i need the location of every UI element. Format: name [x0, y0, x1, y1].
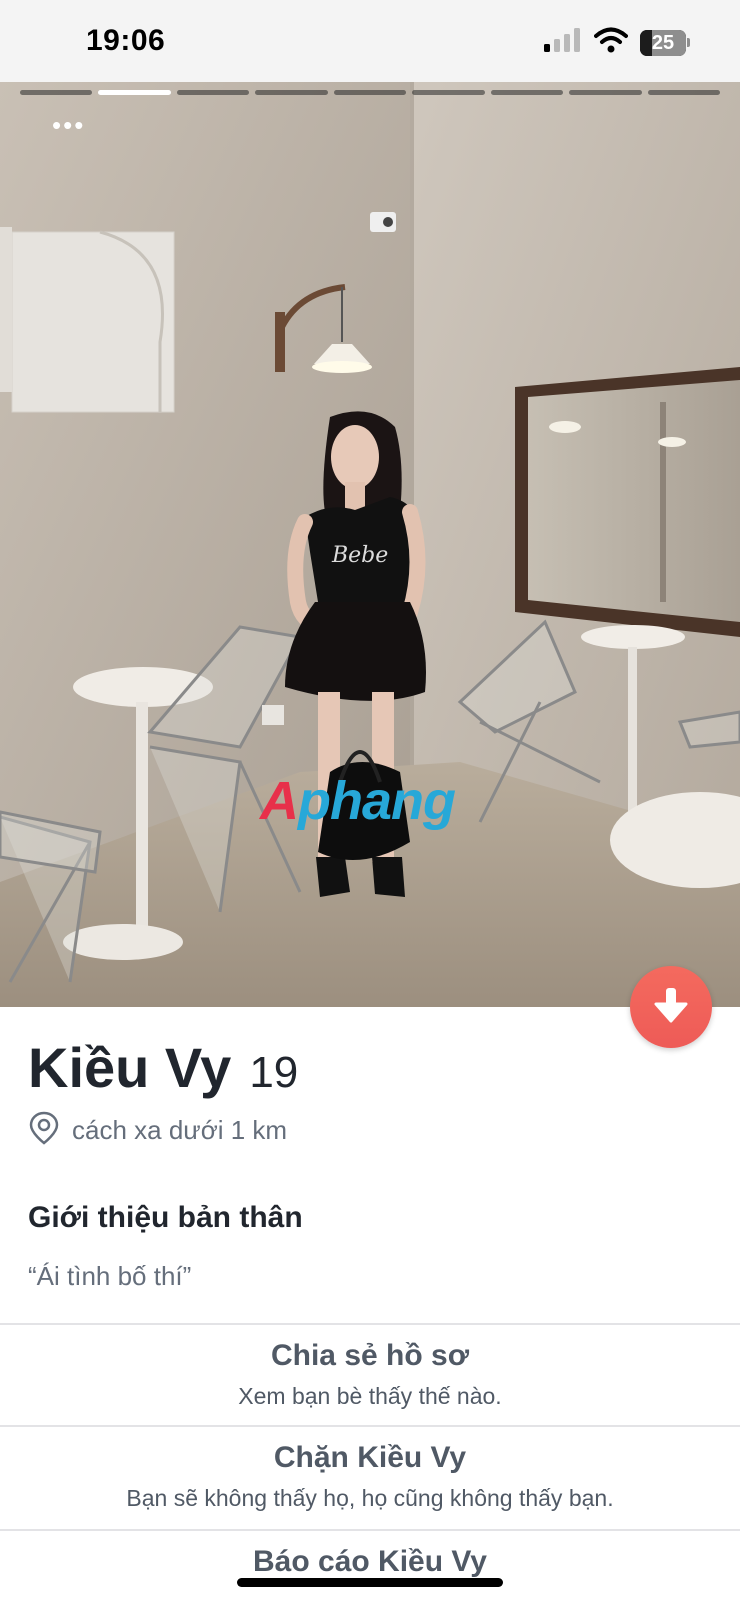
status-time: 19:06 [86, 24, 166, 57]
report-user-button[interactable]: Báo cáo Kiều Vy [0, 1531, 740, 1600]
watermark: Aphang [260, 771, 456, 831]
status-icons: 25 [544, 27, 690, 58]
about-title: Giới thiệu bản thân [28, 1201, 303, 1234]
cellular-signal-icon [544, 28, 582, 57]
battery-icon: 25 [640, 29, 690, 56]
more-options-icon[interactable]: ••• [52, 112, 85, 138]
photo-progress-segment[interactable] [255, 90, 328, 95]
distance-text: cách xa dưới 1 km [72, 1115, 288, 1145]
svg-text:Bebe: Bebe [331, 543, 388, 568]
battery-level: 25 [651, 31, 675, 54]
share-profile-subtitle: Xem bạn bè thấy thế nào. [238, 1383, 502, 1409]
photo-progress-segment[interactable] [412, 90, 485, 95]
home-indicator[interactable] [237, 1578, 503, 1587]
profile-age: 19 [249, 1048, 299, 1097]
arrow-down-icon [654, 986, 688, 1029]
status-bar: 19:06 25 [0, 0, 740, 82]
profile-header: Kiều Vy 19 cách xa dưới 1 km [0, 1007, 740, 1177]
photo-progress-segment[interactable] [20, 90, 93, 95]
share-profile-button[interactable]: Chia sẻ hồ sơ Xem bạn bè thấy thế nào. [0, 1325, 740, 1427]
block-user-subtitle: Bạn sẽ không thấy họ, họ cũng không thấy… [126, 1485, 614, 1511]
profile-photo[interactable]: Bebe [0, 82, 740, 1007]
about-section: Giới thiệu bản thân “Ái tình bố thí” [0, 1175, 740, 1325]
block-user-title: Chặn Kiều Vy [273, 1441, 467, 1474]
photo-progress-segment[interactable] [569, 90, 642, 95]
photo-progress-segment[interactable] [176, 90, 250, 95]
share-profile-title: Chia sẻ hồ sơ [270, 1339, 470, 1372]
photo-progress-segment[interactable] [98, 90, 171, 95]
wifi-icon [594, 27, 628, 58]
name-row: Kiều Vy 19 [28, 1035, 298, 1100]
collapse-profile-button[interactable] [630, 966, 712, 1048]
profile-name: Kiều Vy [28, 1036, 232, 1099]
distance-row: cách xa dưới 1 km [28, 1111, 287, 1150]
location-pin-icon [28, 1111, 60, 1150]
photo-progress-segment[interactable] [647, 90, 720, 95]
photo-progress-indicator [20, 90, 720, 96]
photo-progress-segment[interactable] [490, 90, 564, 95]
about-text: “Ái tình bố thí” [28, 1261, 192, 1291]
block-user-button[interactable]: Chặn Kiều Vy Bạn sẽ không thấy họ, họ cũ… [0, 1427, 740, 1531]
photo-progress-segment[interactable] [333, 90, 407, 95]
report-user-title: Báo cáo Kiều Vy [253, 1545, 487, 1578]
